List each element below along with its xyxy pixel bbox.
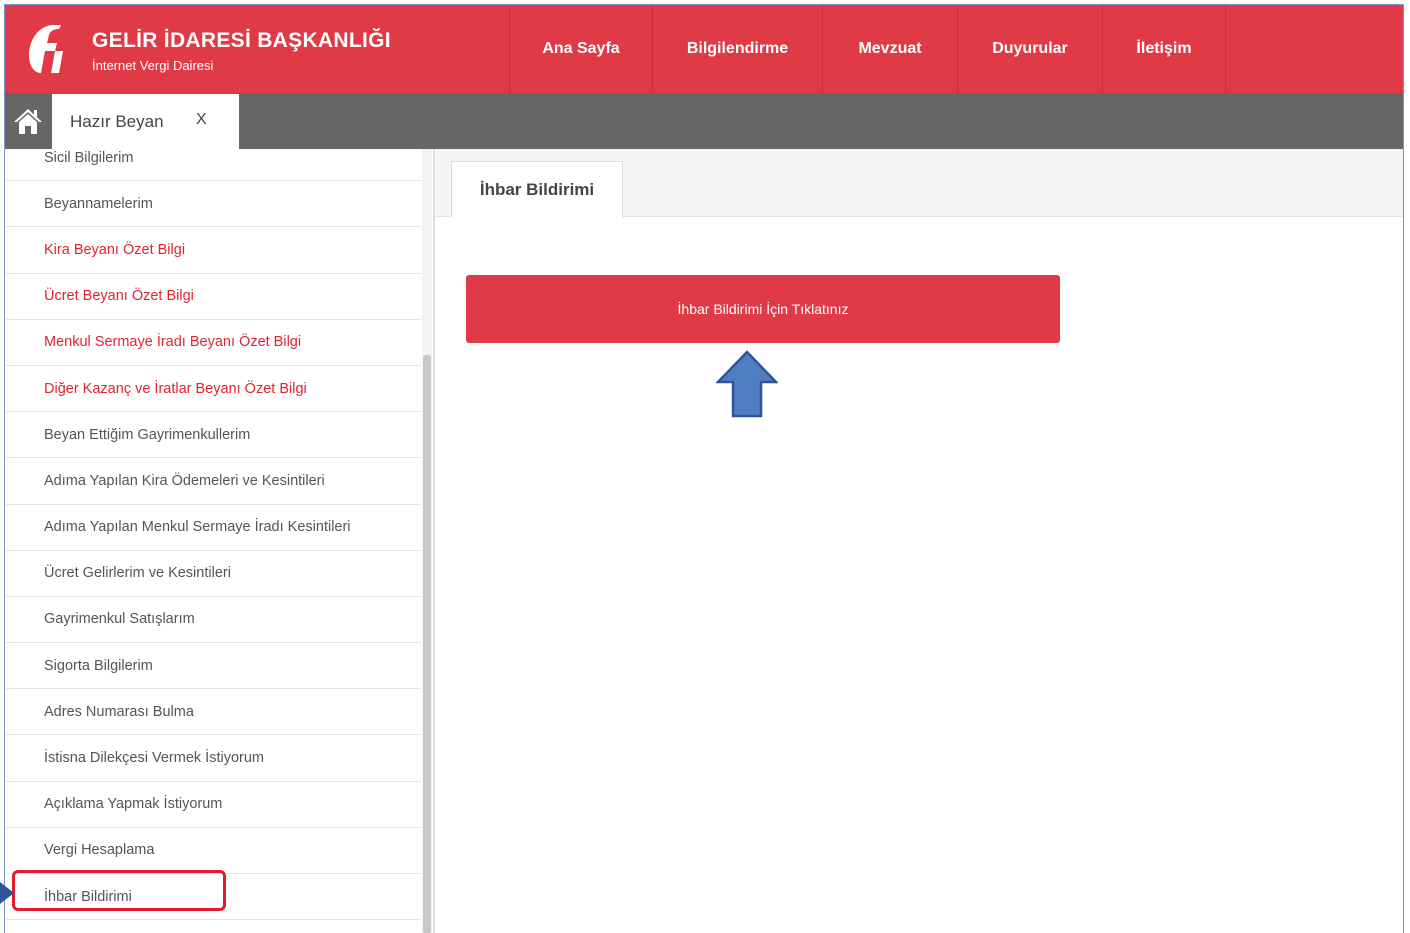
nav-mevzuat[interactable]: Mevzuat <box>823 5 958 93</box>
site-header: GELİR İDARESİ BAŞKANLIĞI İnternet Vergi … <box>5 5 1403 93</box>
sidebar-item[interactable]: Ücret Beyanı Özet Bilgi <box>6 274 421 320</box>
tab-close-button[interactable]: X <box>196 111 207 129</box>
tab-ihbar-bildirimi[interactable]: İhbar Bildirimi <box>451 161 623 218</box>
browser-frame: GELİR İDARESİ BAŞKANLIĞI İnternet Vergi … <box>4 4 1404 933</box>
nav-ana-sayfa[interactable]: Ana Sayfa <box>510 5 653 93</box>
main-tabstrip: İhbar Bildirimi <box>435 149 1403 218</box>
nav-iletisim[interactable]: İletişim <box>1103 5 1226 93</box>
sidebar-item[interactable]: Menkul Sermaye İradı Beyanı Özet Bilgi <box>6 320 421 366</box>
sidebar-item[interactable]: Adıma Yapılan Menkul Sermaye İradı Kesin… <box>6 505 421 551</box>
ihbar-bildirimi-button[interactable]: İhbar Bildirimi İçin Tıklatınız <box>466 275 1060 343</box>
sidebar-item[interactable]: Beyan Ettiğim Gayrimenkullerim <box>6 412 421 459</box>
sidebar-item[interactable]: Vergi Hesaplama <box>6 828 421 874</box>
sidebar-item[interactable]: Diğer Kazanç ve İratlar Beyanı Özet Bilg… <box>6 366 421 413</box>
annotation-side-arrow-icon <box>0 882 14 904</box>
sidebar-item[interactable]: Sicil Bilgilerim <box>6 135 421 182</box>
sidebar-item[interactable]: Gayrimenkul Satışlarım <box>6 597 421 644</box>
sidebar-menu: Sicil Bilgilerim Beyannamelerim Kira Beyan… <box>6 135 421 921</box>
nav-bilgilendirme[interactable]: Bilgilendirme <box>653 5 823 93</box>
main-nav: Ana Sayfa Bilgilendirme Mevzuat Duyurula… <box>509 5 1226 93</box>
tab-label: Hazır Beyan <box>70 111 164 131</box>
main-panel: İhbar Bildirimi <box>435 149 1403 933</box>
sidebar-item[interactable]: Ücret Gelirlerim ve Kesintileri <box>6 551 421 597</box>
sidebar-scrollbar-thumb[interactable] <box>423 355 431 933</box>
home-icon <box>14 109 42 134</box>
annotation-up-arrow-icon <box>716 350 778 418</box>
sidebar-item[interactable]: Adıma Yapılan Kira Ödemeleri ve Kesintil… <box>6 458 421 505</box>
gib-logo-icon <box>29 25 63 73</box>
nav-duyurular[interactable]: Duyurular <box>958 5 1103 93</box>
annotation-highlight-box <box>12 870 226 911</box>
sidebar-item[interactable]: Beyannamelerim <box>6 181 421 228</box>
sidebar-item[interactable]: Adres Numarası Bulma <box>6 689 421 736</box>
sidebar: Sicil Bilgilerim Beyannamelerim Kira Beyan… <box>5 149 432 933</box>
site-subtitle: İnternet Vergi Dairesi <box>92 58 214 73</box>
sidebar-item[interactable]: Açıklama Yapmak İstiyorum <box>6 782 421 828</box>
sidebar-item[interactable]: Kira Beyanı Özet Bilgi <box>6 227 421 274</box>
site-title: GELİR İDARESİ BAŞKANLIĞI <box>92 29 391 52</box>
sidebar-item[interactable]: İstisna Dilekçesi Vermek İstiyorum <box>6 735 421 782</box>
sidebar-item[interactable]: Sigorta Bilgilerim <box>6 643 421 690</box>
